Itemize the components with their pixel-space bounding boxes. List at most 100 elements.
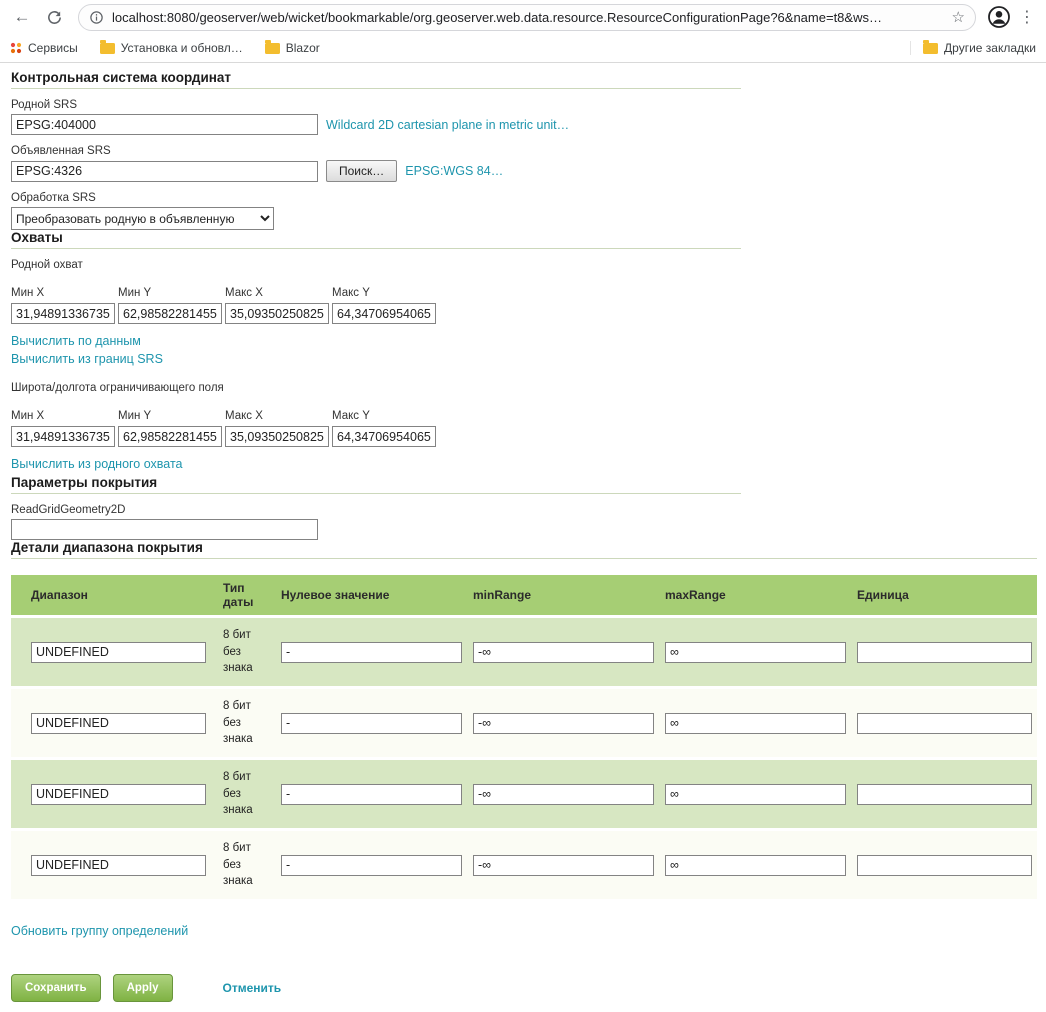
unit-input[interactable] [857,642,1032,663]
other-bookmarks[interactable]: Другие закладки [910,41,1036,55]
srs-search-button[interactable]: Поиск… [326,160,397,182]
band-datatype-text: 8 бит без знака [215,760,273,828]
latlon-min-y-input[interactable] [118,426,222,447]
native-max-x-input[interactable] [225,303,329,324]
min-range-input[interactable] [473,642,654,663]
readgridgeometry-label: ReadGridGeometry2D [11,504,1037,516]
folder-icon [265,43,280,54]
section-divider [11,248,741,249]
native-srs-description-link[interactable]: Wildcard 2D cartesian plane in metric un… [326,118,569,132]
min-range-input[interactable] [473,784,654,805]
srs-handling-select[interactable]: Преобразовать родную в объявленную [11,207,274,230]
max-range-input[interactable] [665,642,846,663]
compute-from-data-link[interactable]: Вычислить по данным [11,334,1037,348]
column-header-maxrange: maxRange [657,575,849,615]
section-divider [11,558,1037,559]
latlon-min-x-input[interactable] [11,426,115,447]
column-header-band: Диапазон [11,575,215,615]
max-y-label: Макс Y [332,287,439,299]
null-value-input[interactable] [281,713,462,734]
other-bookmarks-label: Другие закладки [944,41,1036,55]
cancel-link[interactable]: Отменить [223,981,282,995]
unit-input[interactable] [857,855,1032,876]
url-text: localhost:8080/geoserver/web/wicket/book… [112,10,944,25]
null-value-input[interactable] [281,855,462,876]
native-min-x-input[interactable] [11,303,115,324]
declared-srs-label: Объявленная SRS [11,145,1037,157]
folder-icon [100,43,115,54]
max-y-label: Макс Y [332,410,439,422]
latlon-bbox-label: Широта/долгота ограничивающего поля [11,382,1037,394]
min-x-label: Мин X [11,410,118,422]
latlon-max-y-input[interactable] [332,426,436,447]
profile-avatar-icon[interactable] [986,4,1012,30]
page-info-icon[interactable] [89,10,104,25]
min-x-label: Мин X [11,287,118,299]
band-datatype-text: 8 бит без знака [215,689,273,757]
bookmark-services[interactable]: Сервисы [10,41,78,55]
unit-input[interactable] [857,784,1032,805]
coverage-params-section-title: Параметры покрытия [11,475,1037,490]
bookmark-label: Установка и обновл… [121,41,243,55]
native-bbox-axis-labels: Мин XМин YМакс XМакс Y [11,283,1037,301]
compute-from-native-bounds-link[interactable]: Вычислить из родного охвата [11,457,1037,471]
max-range-input[interactable] [665,713,846,734]
save-button[interactable]: Сохранить [11,974,101,1002]
band-name-input[interactable] [31,642,206,663]
min-range-input[interactable] [473,713,654,734]
band-row: 8 бит без знака [11,760,1037,828]
column-header-datatype: Тип даты [215,575,273,615]
bookmark-star-icon[interactable]: ☆ [952,8,965,26]
native-max-y-input[interactable] [332,303,436,324]
native-srs-input[interactable] [11,114,318,135]
declared-srs-description-link[interactable]: EPSG:WGS 84… [405,164,503,178]
bookmark-blazor-folder[interactable]: Blazor [265,41,320,55]
band-row: 8 бит без знака [11,831,1037,899]
band-row: 8 бит без знака [11,689,1037,757]
null-value-input[interactable] [281,784,462,805]
native-min-y-input[interactable] [118,303,222,324]
folder-icon [923,43,938,54]
band-name-input[interactable] [31,784,206,805]
resource-configuration-page: Контрольная система координат Родной SRS… [0,63,1046,1012]
back-icon[interactable]: ← [8,3,36,31]
browser-toolbar: ← localhost:8080/geoserver/web/wicket/bo… [0,0,1046,34]
null-value-input[interactable] [281,642,462,663]
bookmarks-bar: Сервисы Установка и обновл… Blazor Други… [0,34,1046,63]
column-header-minrange: minRange [465,575,657,615]
readgridgeometry-input[interactable] [11,519,318,540]
max-x-label: Макс X [225,410,332,422]
browser-menu-icon[interactable]: ⋮ [1016,7,1038,27]
band-row: 8 бит без знака [11,618,1037,686]
latlon-max-x-input[interactable] [225,426,329,447]
column-header-unit: Единица [849,575,1037,615]
max-range-input[interactable] [665,784,846,805]
crs-section-title: Контрольная система координат [11,70,1037,85]
min-range-input[interactable] [473,855,654,876]
section-divider [11,88,741,89]
unit-input[interactable] [857,713,1032,734]
bookmark-label: Сервисы [28,41,78,55]
min-y-label: Мин Y [118,287,225,299]
band-details-section-title: Детали диапазона покрытия [11,540,1037,555]
bookmark-label: Blazor [286,41,320,55]
column-header-null-value: Нулевое значение [273,575,465,615]
srs-handling-label: Обработка SRS [11,192,1037,204]
band-name-input[interactable] [31,713,206,734]
address-bar[interactable]: localhost:8080/geoserver/web/wicket/book… [78,4,976,31]
declared-srs-input[interactable] [11,161,318,182]
bookmark-install-folder[interactable]: Установка и обновл… [100,41,243,55]
max-range-input[interactable] [665,855,846,876]
max-x-label: Макс X [225,287,332,299]
compute-from-srs-bounds-link[interactable]: Вычислить из границ SRS [11,352,1037,366]
reload-icon[interactable] [40,3,68,31]
apply-button[interactable]: Apply [113,974,173,1002]
band-name-input[interactable] [31,855,206,876]
services-icon [10,42,22,54]
refresh-band-definition-link[interactable]: Обновить группу определений [11,924,188,938]
band-details-table: Диапазон Тип даты Нулевое значение minRa… [11,572,1037,902]
band-table-header-row: Диапазон Тип даты Нулевое значение minRa… [11,575,1037,615]
band-datatype-text: 8 бит без знака [215,618,273,686]
bounds-section-title: Охваты [11,230,1037,245]
native-bbox-label: Родной охват [11,259,1037,271]
